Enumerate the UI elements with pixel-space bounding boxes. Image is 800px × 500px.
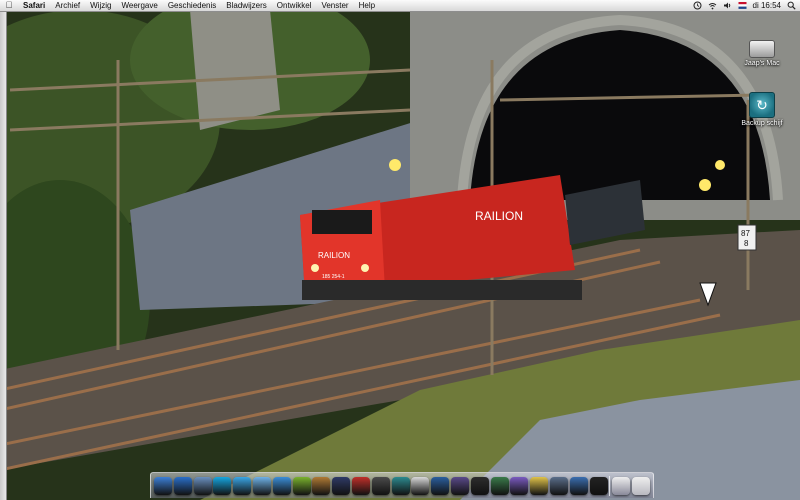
menu-geschiedenis[interactable]: Geschiedenis: [163, 0, 221, 11]
activity-monitor-icon[interactable]: [589, 476, 608, 495]
skype-icon[interactable]: [213, 476, 232, 495]
ichat-icon[interactable]: [252, 476, 271, 495]
flag-icon[interactable]: [738, 1, 747, 10]
desktop-icon-label: Jaap's Mac: [744, 60, 780, 67]
locomotive-brand: RAILION: [318, 251, 350, 260]
dashboard-icon[interactable]: [371, 476, 390, 495]
menu-weergave[interactable]: Weergave: [116, 0, 162, 11]
itunes-icon[interactable]: [272, 476, 291, 495]
locomotive-number: 185 254-1: [322, 274, 345, 280]
dock-separator: [609, 475, 611, 496]
messenger-icon[interactable]: [233, 476, 252, 495]
hard-drive-icon: [749, 40, 775, 58]
trash-icon[interactable]: [631, 476, 650, 495]
menu-bladwijzers[interactable]: Bladwijzers: [221, 0, 271, 11]
status-area: di 16:54: [693, 0, 796, 11]
spotify-icon[interactable]: [292, 476, 311, 495]
time-machine-icon: ↻: [749, 92, 775, 118]
menu-wijzig[interactable]: Wijzig: [85, 0, 116, 11]
timemachine-icon[interactable]: [693, 1, 702, 10]
menu-archief[interactable]: Archief: [50, 0, 85, 11]
km-sign: 87: [741, 229, 750, 238]
time-machine-dock-icon[interactable]: [391, 476, 410, 495]
utility-icon[interactable]: [549, 476, 568, 495]
screen-edge: [0, 11, 7, 500]
menu-ontwikkel[interactable]: Ontwikkel: [272, 0, 317, 11]
desktop-icon-hard-drive[interactable]: Jaap's Mac: [734, 34, 790, 67]
desktop-icon-label: Backup schijf: [741, 120, 783, 127]
photo-viewer-icon[interactable]: [450, 476, 469, 495]
menu-help[interactable]: Help: [354, 0, 380, 11]
model-railway-photo: RAILION 185 254-1 RAILION 87 8: [0, 0, 800, 500]
spotlight-icon[interactable]: [787, 1, 796, 10]
menu-venster[interactable]: Venster: [316, 0, 353, 11]
menu-app-name[interactable]: Safari: [18, 0, 50, 11]
network-icon[interactable]: [569, 476, 588, 495]
svg-text:8: 8: [744, 239, 749, 248]
menu-clock[interactable]: di 16:54: [753, 1, 781, 10]
desktop-wallpaper: RAILION 185 254-1 RAILION 87 8: [0, 0, 800, 500]
google-earth-icon[interactable]: [431, 476, 450, 495]
menu-bar:  Safari Archief Wijzig Weergave Geschie…: [0, 0, 800, 12]
maps-icon[interactable]: [490, 476, 509, 495]
documents-stack-icon[interactable]: [612, 476, 631, 495]
quicktime-icon[interactable]: [332, 476, 351, 495]
textedit-icon[interactable]: [411, 476, 430, 495]
wifi-icon[interactable]: [708, 1, 717, 10]
locomotive-side-brand: RAILION: [475, 209, 523, 223]
terminal-icon[interactable]: [470, 476, 489, 495]
apple-logo-icon[interactable]: : [0, 0, 18, 11]
preview-icon[interactable]: [193, 476, 212, 495]
dock: [150, 472, 654, 498]
notes-icon[interactable]: [530, 476, 549, 495]
pdf-icon[interactable]: [351, 476, 370, 495]
finder-icon[interactable]: [154, 476, 172, 495]
desktop-icon-backup[interactable]: ↻ Backup schijf: [734, 92, 790, 127]
iphoto-icon[interactable]: [312, 476, 331, 495]
safari-icon[interactable]: [173, 476, 192, 495]
volume-icon[interactable]: [723, 1, 732, 10]
system-icon[interactable]: [510, 476, 529, 495]
